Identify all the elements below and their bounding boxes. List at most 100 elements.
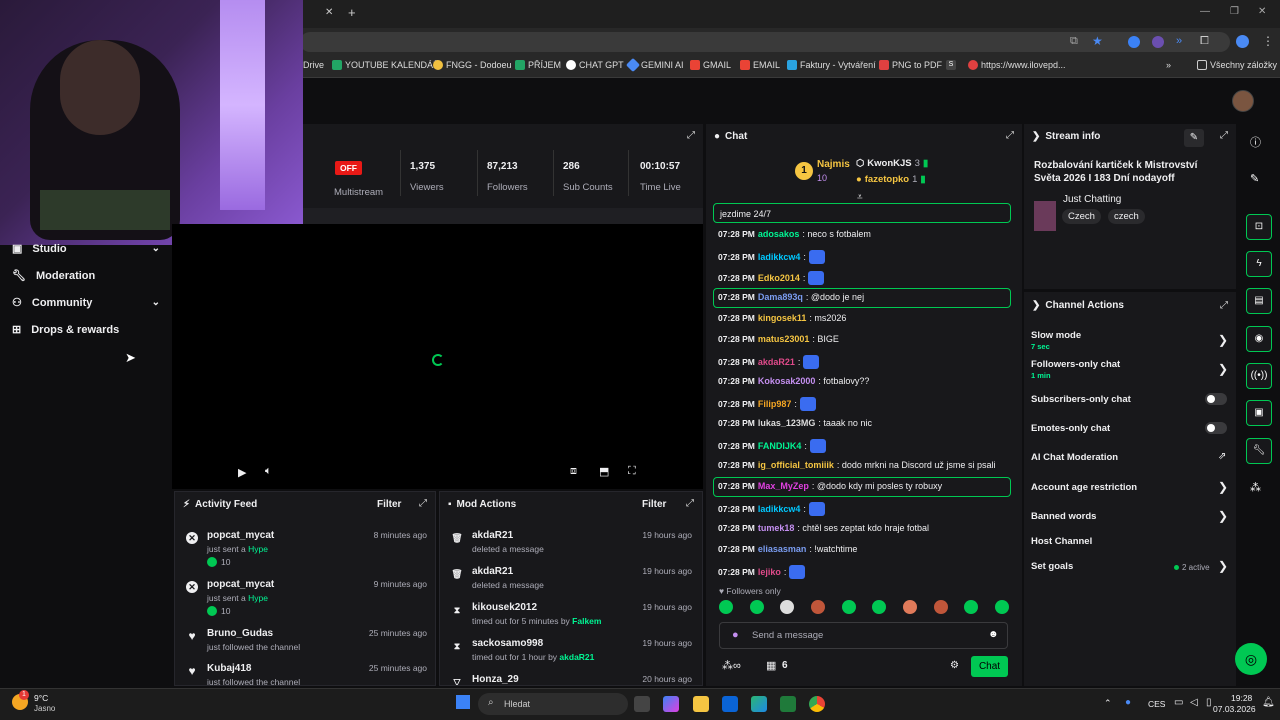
action-ai-chat-moderation[interactable]: AI Chat Moderation (1031, 452, 1118, 463)
chat-username[interactable]: kingosek11 (758, 313, 807, 323)
bookmark-item[interactable]: S (946, 60, 956, 70)
chat-message[interactable]: 07:28 PM adosakos: neco s fotbalem (718, 229, 871, 239)
chevron-right-icon[interactable]: ❯ (1218, 333, 1228, 347)
play-icon[interactable]: ▶ (238, 466, 246, 479)
popout-icon[interactable]: ⤢ (419, 498, 427, 509)
category-box-art[interactable] (1034, 201, 1056, 231)
action-banned-words[interactable]: Banned words (1031, 511, 1096, 522)
emote-icon[interactable] (803, 355, 820, 369)
bookmark-item[interactable]: CHAT GPT (566, 60, 624, 70)
popout-icon[interactable]: ⤢ (1220, 300, 1228, 311)
emote-icon[interactable] (799, 397, 816, 411)
maximize-icon[interactable]: ❐ (1230, 6, 1239, 17)
popout-icon[interactable]: ⤢ (687, 130, 695, 141)
emoji-icon[interactable]: ☻ (988, 629, 999, 640)
chat-username[interactable]: lukas_123MG (758, 418, 816, 428)
pip-icon[interactable]: ⧈ (570, 465, 577, 478)
filter-button[interactable]: Filter (377, 499, 401, 510)
bookmark-item[interactable]: https://www.ilovepd... (968, 60, 1066, 70)
emote-icon[interactable] (810, 600, 825, 614)
subscribers-only-toggle[interactable] (1205, 393, 1227, 405)
weather-temp[interactable]: 9°C (34, 693, 48, 703)
emote-icon[interactable] (808, 271, 825, 285)
extensions-puzzle-icon[interactable]: ⧠ (1200, 35, 1209, 48)
emote-icon[interactable] (872, 600, 887, 614)
sidebar-item-drops[interactable]: ⊞ Drops & rewards (12, 323, 160, 337)
leaderboard-name[interactable]: Najmis (817, 159, 850, 170)
chevron-right-icon[interactable]: ❯ (1218, 480, 1228, 494)
window-close-icon[interactable]: ✕ (1258, 6, 1266, 17)
emote-icon[interactable] (808, 250, 825, 264)
emote-icon[interactable] (719, 600, 733, 614)
chat-message[interactable]: 07:28 PM Dama893q: @dodo je nej (718, 292, 864, 302)
chat-message[interactable]: 07:28 PM lejiko: (718, 565, 806, 579)
chat-username[interactable]: akdaR21 (758, 357, 795, 367)
chat-username[interactable]: eliasasman (758, 544, 807, 554)
send-chat-button[interactable]: Chat (971, 656, 1008, 677)
language-indicator[interactable]: CES (1148, 699, 1165, 709)
broadcast-icon[interactable]: ((•)) (1246, 363, 1272, 389)
action-set-goals[interactable]: Set goals (1031, 561, 1073, 572)
volume-icon[interactable]: 🔈︎ (265, 465, 272, 478)
filter-button[interactable]: Filter (642, 499, 666, 510)
settings-icon[interactable]: ⚙ (950, 660, 959, 671)
bookmarks-overflow-icon[interactable]: » (1166, 60, 1171, 70)
chat-input[interactable]: ● Send a message ☻ (719, 622, 1008, 649)
chevron-right-icon[interactable]: ❯ (1218, 509, 1228, 523)
action-followers-only[interactable]: Followers-only chat 1 min (1031, 359, 1120, 380)
chat-icon[interactable]: ◉ (1246, 326, 1272, 352)
outlook-icon[interactable] (722, 696, 738, 712)
minimize-icon[interactable]: — (1200, 6, 1210, 17)
clip-icon[interactable]: ⊡ (1246, 214, 1272, 240)
category-name[interactable]: Just Chatting (1063, 194, 1121, 205)
notifications-icon[interactable]: 🔔︎ (1262, 697, 1275, 708)
lightning-icon[interactable]: ϟ (1246, 251, 1272, 277)
bookmark-item[interactable]: Faktury - Vytváření (787, 60, 876, 70)
emotes-only-toggle[interactable] (1205, 422, 1227, 434)
tag[interactable]: Czech (1062, 209, 1101, 224)
collapse-icon[interactable]: ⩡ (857, 192, 863, 203)
clock-time[interactable]: 19:28 (1231, 693, 1252, 703)
tab-close-icon[interactable]: ✕ (325, 7, 333, 18)
task-view-icon[interactable] (634, 696, 650, 712)
theatre-icon[interactable]: ⬒ (599, 465, 609, 478)
bookmark-item[interactable]: PNG to PDF (879, 60, 942, 70)
bookmark-item[interactable]: GMAIL (690, 60, 731, 70)
emote-icon[interactable] (902, 600, 917, 614)
chat-message[interactable]: 07:28 PM Edko2014: (718, 271, 825, 285)
microphone-icon[interactable]: ● (732, 629, 739, 641)
community-points-icon[interactable]: ⁂∞ (722, 659, 741, 672)
bookmark-item[interactable]: YOUTUBE KALENDÁŘ (332, 60, 440, 70)
sidebar-item-moderation[interactable]: 🔧︎ Moderation (12, 269, 160, 283)
emote-icon[interactable] (933, 600, 948, 614)
omnibox[interactable]: ⧉ ★ (300, 32, 1230, 52)
copilot-icon[interactable] (663, 696, 679, 712)
chat-message[interactable]: 07:28 PM lukas_123MG: taaak no nic (718, 418, 872, 428)
chat-username[interactable]: ladikkcw4 (758, 504, 801, 514)
file-explorer-icon[interactable] (693, 696, 709, 712)
popout-icon[interactable]: ⤢ (1220, 130, 1228, 141)
chat-username[interactable]: Edko2014 (758, 273, 800, 283)
bookmark-star-icon[interactable]: ★ (1092, 34, 1103, 48)
chat-message[interactable]: 07:28 PM Filip987: (718, 397, 816, 411)
excel-icon[interactable] (780, 696, 796, 712)
chat-message[interactable]: 07:28 PM akdaR21: (718, 355, 820, 369)
more-icon[interactable]: ⁂ (1250, 481, 1261, 494)
chat-username[interactable]: ig_official_tomiiik (758, 460, 834, 470)
battery-icon[interactable]: ▯ (1206, 697, 1212, 708)
network-icon[interactable]: ▭ (1174, 697, 1183, 708)
edge-icon[interactable] (751, 696, 767, 712)
video-player[interactable]: ▶ 🔈︎ ⧈ ⬒ ⛶ (172, 224, 703, 489)
extension-icon[interactable] (1128, 36, 1140, 48)
tag[interactable]: czech (1108, 209, 1145, 224)
windows-start-icon[interactable] (456, 695, 470, 709)
chat-message[interactable]: 07:28 PM FANDIJK4: (718, 439, 826, 453)
chat-username[interactable]: matus23001 (758, 334, 810, 344)
bookmark-item[interactable]: FNGG - Dodoeu (433, 60, 512, 70)
chat-username[interactable]: Kokosak2000 (758, 376, 816, 386)
emote-icon[interactable] (808, 502, 825, 516)
chat-message[interactable]: 07:28 PM ladikkcw4: (718, 502, 825, 516)
emote-icon[interactable] (809, 439, 826, 453)
popout-icon[interactable]: ⤢ (686, 498, 694, 509)
bookmark-item[interactable]: Drive (303, 60, 324, 70)
